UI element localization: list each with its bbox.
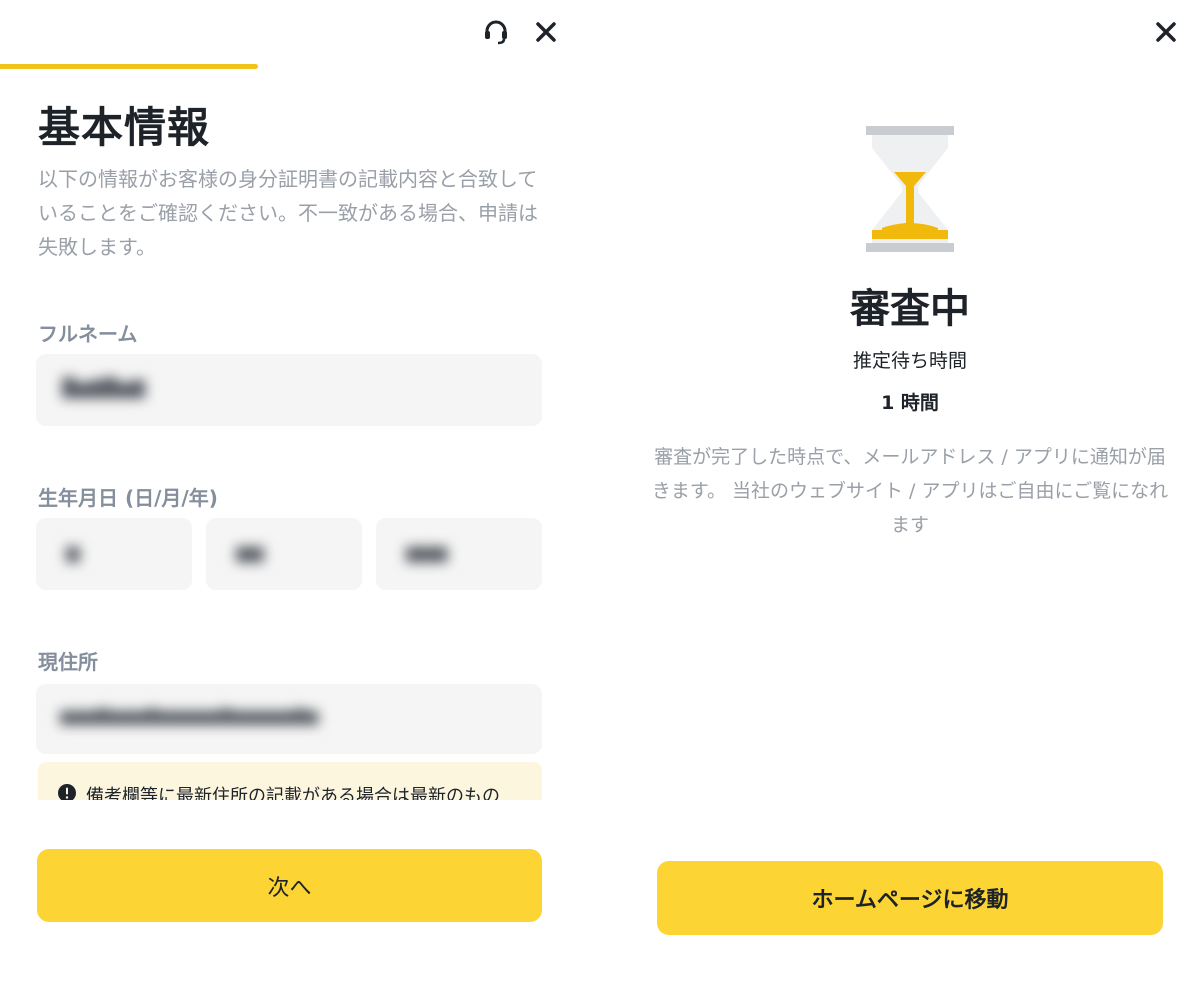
full-name-field[interactable]: █▆▇█▆▇ — [36, 354, 542, 426]
dob-year-field[interactable]: ▆▆▆ — [376, 518, 542, 590]
redacted-value: ▆▆▆▇▆▆▆▇▆▆▆▆▆▇▆▆▆▆▆▇▆ — [60, 706, 319, 725]
page-description: 以下の情報がお客様の身分証明書の記載内容と合致していることをご確認ください。不一… — [38, 167, 538, 259]
redacted-value: ▆▆▆ — [406, 542, 448, 563]
notice-text: 備考欄等に最新住所の記載がある場合は最新のもの — [86, 786, 500, 800]
basic-info-panel: 基本情報 以下の情報がお客様の身分証明書の記載内容と合致していることをご確認くだ… — [0, 0, 580, 1000]
close-icon[interactable] — [530, 16, 562, 48]
redacted-value: ▆▆ — [236, 542, 264, 563]
status-title: 審査中 — [850, 286, 970, 332]
app-screen: 基本情報 以下の情報がお客様の身分証明書の記載内容と合致していることをご確認くだ… — [0, 0, 1200, 1000]
dob-month-field[interactable]: ▆▆ — [206, 518, 362, 590]
page-title: 基本情報 — [38, 103, 211, 152]
address-label: 現住所 — [38, 650, 98, 674]
estimated-wait-label: 推定待ち時間 — [852, 350, 967, 372]
review-info-text: 審査が完了した時点で、メールアドレス / アプリに通知が届きます。 当社のウェブ… — [651, 446, 1169, 536]
next-button[interactable]: 次へ — [37, 849, 542, 922]
estimated-wait-value: 1 時間 — [881, 392, 939, 414]
dob-day-field[interactable]: ▆ — [36, 518, 192, 590]
close-icon[interactable] — [1150, 16, 1182, 48]
redacted-value: █▆▇█▆▇ — [62, 378, 146, 399]
headset-icon[interactable] — [480, 16, 512, 48]
progress-bar — [0, 64, 258, 69]
address-field[interactable]: ▆▆▆▇▆▆▆▇▆▆▆▆▆▇▆▆▆▆▆▇▆ — [36, 684, 542, 754]
date-of-birth-label: 生年月日 (日/月/年) — [38, 486, 218, 510]
hourglass-icon — [866, 126, 954, 252]
address-notice: 備考欄等に最新住所の記載がある場合は最新のもの — [38, 762, 542, 800]
full-name-label: フルネーム — [38, 322, 138, 346]
go-to-homepage-button[interactable]: ホームページに移動 — [657, 861, 1163, 935]
exclamation-circle-icon — [58, 784, 76, 800]
redacted-value: ▆ — [66, 542, 80, 563]
